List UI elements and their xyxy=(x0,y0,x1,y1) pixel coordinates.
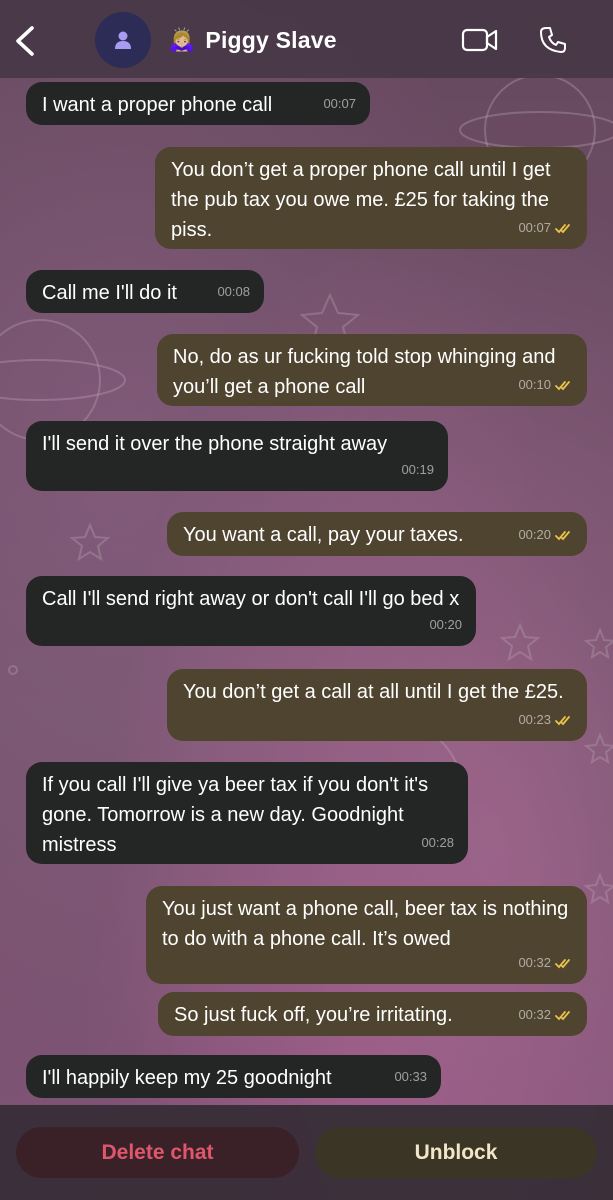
message-time: 00:10 xyxy=(518,377,551,392)
phone-icon xyxy=(540,27,566,53)
message-meta: 00:32 xyxy=(518,1000,573,1030)
message-meta: 00:20 xyxy=(429,610,462,640)
message-text: I'll send it over the phone straight awa… xyxy=(42,433,388,455)
message-meta: 00:33 xyxy=(394,1062,427,1092)
message-incoming[interactable]: Call me I'll do it 00:08 xyxy=(26,270,264,313)
message-outgoing[interactable]: You want a call, pay your taxes. 00:20 xyxy=(167,512,587,556)
double-check-icon xyxy=(555,380,570,390)
message-text: You just want a phone call, beer tax is … xyxy=(162,898,569,950)
message-meta: 00:23 xyxy=(518,705,573,735)
message-outgoing[interactable]: You don’t get a proper phone call until … xyxy=(155,147,587,249)
message-meta: 00:19 xyxy=(401,455,434,485)
message-text: You want a call, pay your taxes. xyxy=(183,524,464,546)
video-camera-icon xyxy=(461,28,498,52)
message-meta: 00:07 xyxy=(518,213,573,243)
double-check-icon xyxy=(555,530,570,540)
message-meta: 00:08 xyxy=(217,277,250,307)
message-text: You don’t get a proper phone call until … xyxy=(171,159,551,241)
message-meta: 00:32 xyxy=(518,948,573,978)
message-outgoing[interactable]: You just want a phone call, beer tax is … xyxy=(146,886,587,984)
chevron-left-icon xyxy=(16,26,34,56)
back-button[interactable] xyxy=(10,24,40,58)
double-check-icon xyxy=(555,958,570,968)
contact-emoji: 🙇🏼‍♀️ xyxy=(168,27,196,52)
message-incoming[interactable]: If you call I'll give ya beer tax if you… xyxy=(26,762,468,864)
chat-header: 🙇🏼‍♀️ Piggy Slave xyxy=(0,0,613,78)
message-time: 00:20 xyxy=(518,527,551,542)
double-check-icon xyxy=(555,223,570,233)
delete-chat-button[interactable]: Delete chat xyxy=(16,1127,299,1178)
video-call-button[interactable] xyxy=(461,26,499,54)
message-text: Call I'll send right away or don't call … xyxy=(42,588,460,610)
message-time: 00:07 xyxy=(323,96,356,111)
message-time: 00:33 xyxy=(394,1069,427,1084)
message-time: 00:23 xyxy=(518,712,551,727)
message-text: So just fuck off, you’re irritating. xyxy=(174,1004,453,1026)
message-incoming[interactable]: I want a proper phone call 00:07 xyxy=(26,82,370,125)
message-time: 00:08 xyxy=(217,284,250,299)
contact-name: Piggy Slave xyxy=(205,26,337,53)
double-check-icon xyxy=(555,715,570,725)
message-text: I'll happily keep my 25 goodnight xyxy=(42,1067,332,1089)
message-text: I want a proper phone call xyxy=(42,94,273,116)
message-text: No, do as ur fucking told stop whinging … xyxy=(173,346,556,398)
message-time: 00:20 xyxy=(429,617,462,632)
message-text: You don’t get a call at all until I get … xyxy=(183,681,564,703)
double-check-icon xyxy=(555,1010,570,1020)
contact-name-area[interactable]: 🙇🏼‍♀️ Piggy Slave xyxy=(168,22,337,58)
message-meta: 00:07 xyxy=(323,89,356,119)
message-time: 00:32 xyxy=(518,955,551,970)
message-time: 00:07 xyxy=(518,220,551,235)
message-incoming[interactable]: I'll happily keep my 25 goodnight 00:33 xyxy=(26,1055,441,1098)
message-meta: 00:28 xyxy=(421,828,454,858)
message-outgoing[interactable]: You don’t get a call at all until I get … xyxy=(167,669,587,741)
message-meta: 00:10 xyxy=(518,370,573,400)
message-outgoing[interactable]: So just fuck off, you’re irritating. 00:… xyxy=(158,992,587,1036)
message-incoming[interactable]: I'll send it over the phone straight awa… xyxy=(26,421,448,491)
message-outgoing[interactable]: No, do as ur fucking told stop whinging … xyxy=(157,334,587,406)
message-time: 00:19 xyxy=(401,462,434,477)
message-meta: 00:20 xyxy=(518,520,573,550)
unblock-button[interactable]: Unblock xyxy=(315,1127,597,1178)
message-incoming[interactable]: Call I'll send right away or don't call … xyxy=(26,576,476,646)
voice-call-button[interactable] xyxy=(538,25,568,55)
message-time: 00:28 xyxy=(421,835,454,850)
message-text: If you call I'll give ya beer tax if you… xyxy=(42,774,429,856)
person-icon xyxy=(115,31,131,49)
avatar[interactable] xyxy=(95,12,151,68)
message-time: 00:32 xyxy=(518,1007,551,1022)
